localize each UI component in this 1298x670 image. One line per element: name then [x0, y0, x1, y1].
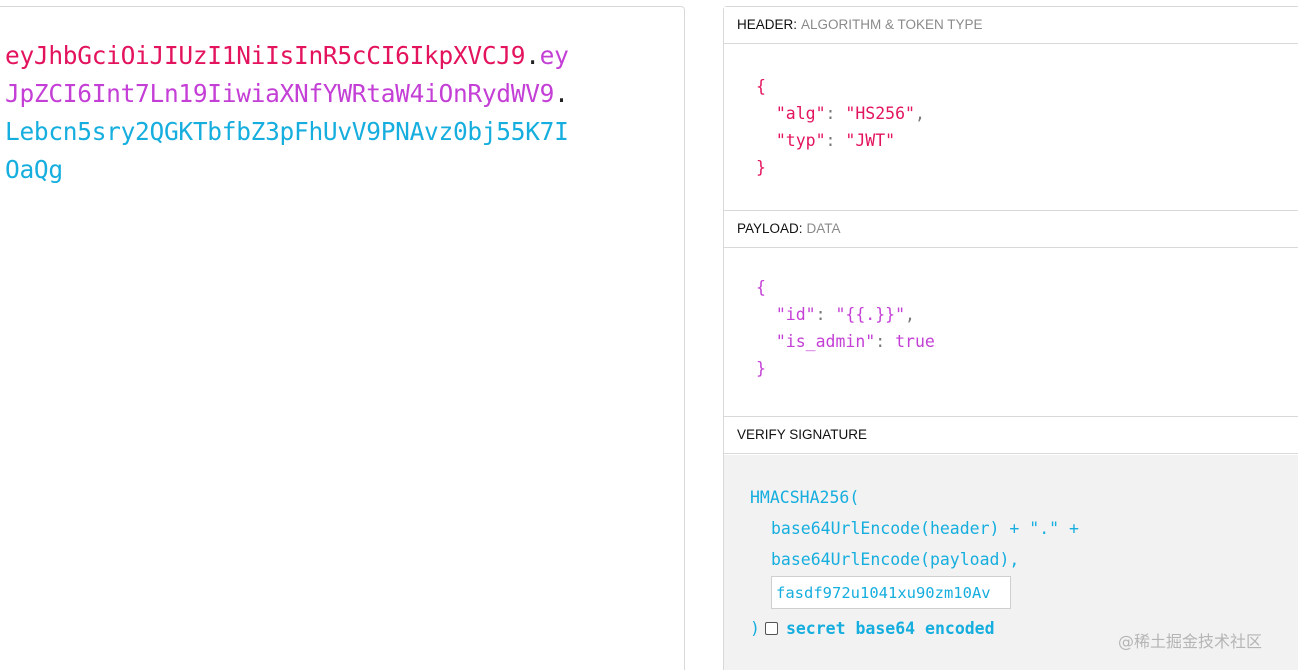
payload-field-is-admin: "is_admin": true — [775, 332, 935, 351]
encoded-payload-segment: JpZCI6Int7Ln19IiwiaXNfYWRtaW4iOnRydWV9 — [5, 79, 555, 108]
header-field-typ: "typ": "JWT" — [775, 131, 896, 150]
payload-value-is-admin: true — [895, 332, 935, 351]
hmac-close-paren: ) — [750, 618, 760, 638]
payload-section-sublabel: DATA — [806, 221, 841, 236]
header-json[interactable]: { "alg": "HS256", "typ": "JWT" } — [756, 73, 925, 181]
header-comma-alg: , — [914, 104, 925, 123]
header-section-label: HEADER: — [737, 17, 798, 32]
encoded-dot-segment: . — [554, 79, 569, 108]
payload-open-brace: { — [756, 278, 766, 297]
encoded-line: OaQg — [5, 151, 605, 189]
encoded-token-panel[interactable]: eyJhbGciOiJIUzI1NiIsInR5cCI6IkpXVCJ9.ey J… — [0, 6, 685, 670]
header-section-sublabel: ALGORITHM & TOKEN TYPE — [801, 17, 983, 32]
decoded-panel: HEADER: ALGORITHM & TOKEN TYPE { "alg": "… — [723, 6, 1298, 670]
encoded-header-segment: eyJhbGciOiJIUzI1NiIsInR5cCI6IkpXVCJ9 — [5, 41, 526, 70]
jwt-debugger: eyJhbGciOiJIUzI1NiIsInR5cCI6IkpXVCJ9.ey J… — [0, 0, 1298, 670]
encoded-payload-segment: ey — [539, 41, 569, 70]
encoded-token-text[interactable]: eyJhbGciOiJIUzI1NiIsInR5cCI6IkpXVCJ9.ey J… — [5, 37, 605, 189]
payload-json-editor[interactable]: { "id": "{{.}}", "is_admin": true } — [724, 248, 1298, 417]
header-json-editor[interactable]: { "alg": "HS256", "typ": "JWT" } — [724, 44, 1298, 211]
header-open-brace: { — [756, 77, 766, 96]
header-value-typ: "JWT" — [845, 131, 896, 150]
hmac-function-open: HMACSHA256( — [750, 488, 860, 507]
header-key-typ: "typ" — [775, 131, 826, 150]
payload-json[interactable]: { "id": "{{.}}", "is_admin": true } — [756, 274, 935, 382]
header-close-brace: } — [756, 158, 766, 177]
header-field-alg: "alg": "HS256", — [775, 104, 925, 123]
header-section-title: HEADER: ALGORITHM & TOKEN TYPE — [724, 7, 1298, 44]
watermark: @稀土掘金技术社区 — [1118, 632, 1263, 651]
encoded-line: JpZCI6Int7Ln19IiwiaXNfYWRtaW4iOnRydWV9. — [5, 75, 605, 113]
encoded-dot-segment: . — [525, 41, 540, 70]
payload-value-id: "{{.}}" — [835, 305, 906, 324]
payload-field-id: "id": "{{.}}", — [775, 305, 915, 324]
header-key-alg: "alg" — [775, 104, 826, 123]
encoded-line: Lebcn5sry2QGKTbfbZ3pFhUvV9PNAvz0bj55K7I — [5, 113, 605, 151]
secret-input[interactable] — [771, 576, 1011, 609]
secret-base64-label[interactable]: secret base64 encoded — [786, 613, 995, 644]
verify-section-label: VERIFY SIGNATURE — [737, 427, 868, 442]
verify-section-title: VERIFY SIGNATURE — [724, 417, 1298, 454]
payload-section-label: PAYLOAD: — [737, 221, 803, 236]
payload-key-id: "id" — [775, 305, 816, 324]
hmac-payload-line: base64UrlEncode(payload), — [771, 550, 1020, 569]
secret-base64-row: ) secret base64 encoded — [750, 615, 995, 641]
header-value-alg: "HS256" — [845, 104, 915, 123]
encoded-signature-segment: OaQg — [5, 155, 63, 184]
encoded-signature-segment: Lebcn5sry2QGKTbfbZ3pFhUvV9PNAvz0bj55K7I — [5, 117, 569, 146]
payload-key-is-admin: "is_admin" — [775, 332, 876, 351]
payload-close-brace: } — [756, 359, 766, 378]
encoded-line: eyJhbGciOiJIUzI1NiIsInR5cCI6IkpXVCJ9.ey — [5, 37, 605, 75]
payload-comma-id: , — [905, 305, 915, 324]
secret-base64-checkbox[interactable] — [764, 621, 778, 635]
hmac-header-line: base64UrlEncode(header) + "." + — [771, 519, 1079, 538]
payload-section-title: PAYLOAD: DATA — [724, 211, 1298, 248]
